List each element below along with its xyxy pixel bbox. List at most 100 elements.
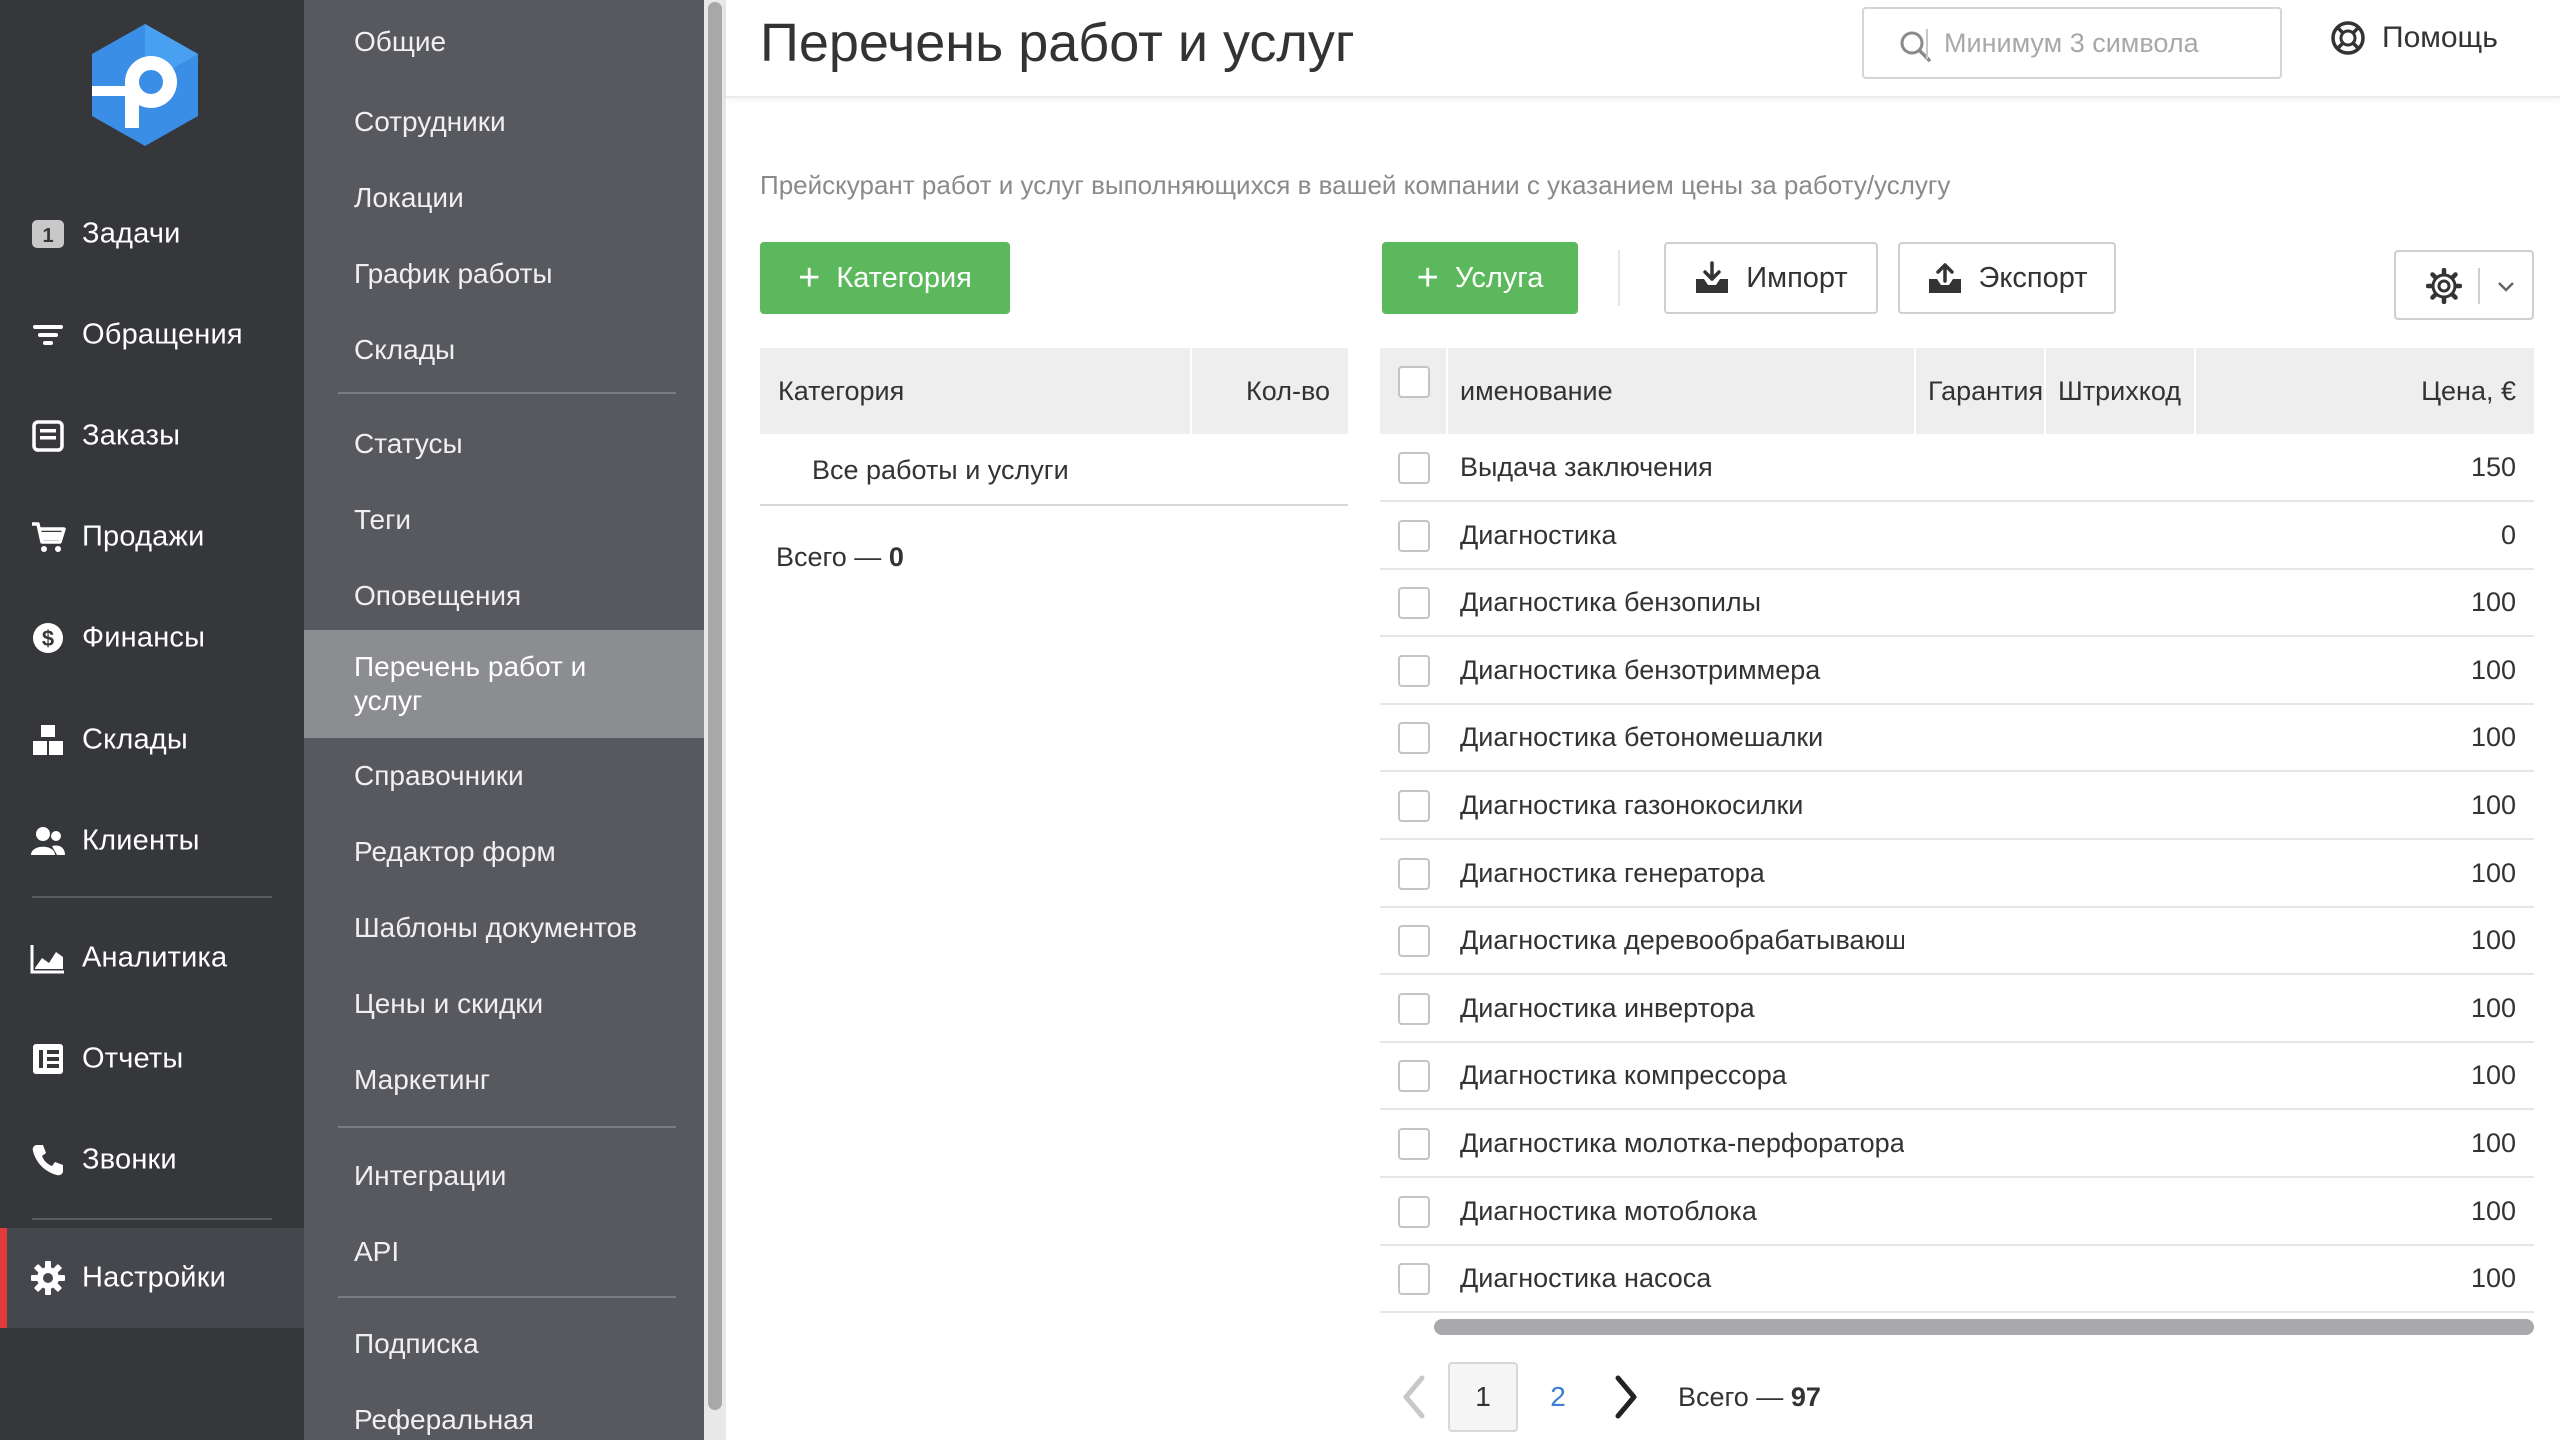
row-checkbox[interactable] [1398, 1128, 1430, 1160]
barcode-column-header[interactable]: Штрихкод [2058, 348, 2181, 434]
table-row[interactable]: Диагностика бензопилы 100 [1380, 569, 2534, 638]
table-row[interactable]: Диагностика газонокосилки 100 [1380, 772, 2534, 840]
submenu-item-4[interactable]: Склады [304, 312, 704, 388]
table-row[interactable]: Диагностика насоса 100 [1380, 1245, 2534, 1314]
column-divider [1914, 348, 1916, 434]
submenu-item-5[interactable]: Статусы [304, 406, 704, 482]
submenu-item-1[interactable]: Сотрудники [304, 84, 704, 160]
nav-item-6[interactable]: Клиенты [0, 791, 304, 891]
plus-icon: + [1416, 257, 1439, 299]
row-checkbox[interactable] [1398, 1195, 1430, 1228]
service-price: 100 [2470, 654, 2516, 685]
nav-item-9[interactable]: Звонки [0, 1110, 304, 1210]
submenu-item-label: Локации [354, 182, 464, 213]
table-settings-button[interactable] [2394, 250, 2534, 320]
add-category-button[interactable]: + Категория [760, 242, 1010, 314]
submenu-item-0[interactable]: Общие [304, 0, 704, 84]
export-button[interactable]: Экспорт [1898, 242, 2116, 314]
row-checkbox[interactable] [1398, 857, 1430, 890]
gear-icon [2426, 268, 2462, 304]
row-checkbox[interactable] [1398, 992, 1430, 1025]
category-row-all[interactable]: Все работы и услуги [760, 434, 1348, 506]
nav-item-4[interactable]: $ Финансы [0, 588, 304, 688]
row-checkbox[interactable] [1398, 519, 1430, 552]
row-checkbox[interactable] [1398, 1060, 1430, 1093]
submenu-item-2[interactable]: Локации [304, 160, 704, 236]
table-row[interactable]: Диагностика инвертора 100 [1380, 975, 2534, 1043]
search-input[interactable] [1944, 21, 2264, 65]
nav-item-8[interactable]: Отчеты [0, 1009, 304, 1109]
name-column-header[interactable]: именование [1460, 348, 1613, 434]
submenu-item-label: Теги [354, 504, 411, 535]
table-row[interactable]: Диагностика компрессора 100 [1380, 1042, 2534, 1111]
nav-item-3[interactable]: Продажи [0, 487, 304, 587]
submenu-item-17[interactable]: Реферальная [304, 1382, 704, 1440]
table-row[interactable]: Диагностика бензотриммера 100 [1380, 637, 2534, 705]
submenu-item-7[interactable]: Оповещения [304, 558, 704, 634]
row-checkbox[interactable] [1398, 722, 1430, 755]
prev-page-icon[interactable] [1396, 1372, 1432, 1422]
nav-item-5[interactable]: Склады [0, 690, 304, 790]
row-checkbox[interactable] [1398, 587, 1430, 620]
service-name: Диагностика мотоблока [1460, 1195, 1757, 1226]
row-checkbox[interactable] [1398, 654, 1430, 687]
submenu-item-8[interactable]: Перечень работ и услуг [304, 630, 704, 738]
submenu-item-9[interactable]: Справочники [304, 738, 704, 814]
row-checkbox[interactable] [1398, 1263, 1430, 1296]
nav-item-label: Аналитика [82, 941, 228, 974]
row-checkbox[interactable] [1398, 925, 1430, 958]
category-column-header[interactable]: Категория [778, 348, 904, 434]
table-row[interactable]: Диагностика мотоблока 100 [1380, 1178, 2534, 1246]
main-nav: 1 Задачи Обращения Заказы Продажи $ Финансы Скл… [0, 0, 304, 1440]
submenu-item-label: Статусы [354, 428, 463, 459]
submenu-item-11[interactable]: Шаблоны документов [304, 890, 704, 966]
services-table-body: Выдача заключения 150 Диагностика 0 Диагност… [1380, 434, 2534, 1342]
service-name: Диагностика [1460, 519, 1617, 550]
submenu-item-16[interactable]: Подписка [304, 1306, 704, 1382]
table-row[interactable]: Диагностика деревообрабатывающ 100 [1380, 907, 2534, 976]
table-row[interactable]: Выдача заключения 150 [1380, 434, 2534, 502]
next-page-icon[interactable] [1608, 1372, 1644, 1422]
nav-item-7[interactable]: Аналитика [0, 908, 304, 1008]
app-logo[interactable] [88, 22, 202, 148]
warranty-column-header[interactable]: Гарантия [1928, 348, 2043, 434]
nav-item-label: Настройки [82, 1261, 226, 1294]
submenu-scrollbar[interactable] [704, 0, 726, 1440]
chevron-down-icon[interactable] [2496, 276, 2516, 296]
table-horizontal-scrollbar[interactable] [1380, 1316, 2534, 1338]
column-divider [1190, 348, 1192, 434]
row-checkbox[interactable] [1398, 452, 1430, 484]
nav-divider [32, 896, 272, 898]
table-row[interactable]: Диагностика 0 [1380, 502, 2534, 570]
select-all-checkbox[interactable] [1398, 366, 1430, 398]
submenu-item-14[interactable]: Интеграции [304, 1138, 704, 1214]
submenu-item-12[interactable]: Цены и скидки [304, 966, 704, 1042]
price-column-header[interactable]: Цена, € [2421, 348, 2516, 434]
submenu-scrollbar-thumb[interactable] [708, 2, 722, 1410]
service-name: Диагностика молотка-перфоратора [1460, 1128, 1904, 1158]
submenu-item-label: Маркетинг [354, 1064, 491, 1095]
submenu-item-6[interactable]: Теги [304, 482, 704, 558]
row-checkbox[interactable] [1398, 790, 1430, 822]
table-scrollbar-thumb[interactable] [1434, 1319, 2534, 1335]
submenu-item-3[interactable]: График работы [304, 236, 704, 312]
submenu-item-10[interactable]: Редактор форм [304, 814, 704, 890]
add-service-button[interactable]: + Услуга [1382, 242, 1578, 314]
nav-item-2[interactable]: Заказы [0, 386, 304, 486]
search-box[interactable] [1862, 7, 2282, 79]
nav-item-10[interactable]: Настройки [0, 1228, 304, 1328]
import-button[interactable]: Импорт [1664, 242, 1878, 314]
service-name: Диагностика деревообрабатывающ [1460, 925, 1904, 956]
page-1-button[interactable]: 1 [1448, 1362, 1518, 1432]
nav-item-1[interactable]: Обращения [0, 285, 304, 385]
submenu-item-label: Справочники [354, 760, 524, 791]
help-button[interactable]: Помощь [2330, 20, 2498, 56]
submenu-item-13[interactable]: Маркетинг [304, 1042, 704, 1118]
nav-item-0[interactable]: 1 Задачи [0, 184, 304, 284]
page-2-button[interactable]: 2 [1538, 1362, 1578, 1432]
table-row[interactable]: Диагностика генератора 100 [1380, 840, 2534, 908]
table-row[interactable]: Диагностика молотка-перфоратора 100 [1380, 1110, 2534, 1178]
count-column-header[interactable]: Кол-во [1246, 348, 1330, 434]
table-row[interactable]: Диагностика бетономешалки 100 [1380, 704, 2534, 773]
submenu-item-15[interactable]: API [304, 1214, 704, 1290]
